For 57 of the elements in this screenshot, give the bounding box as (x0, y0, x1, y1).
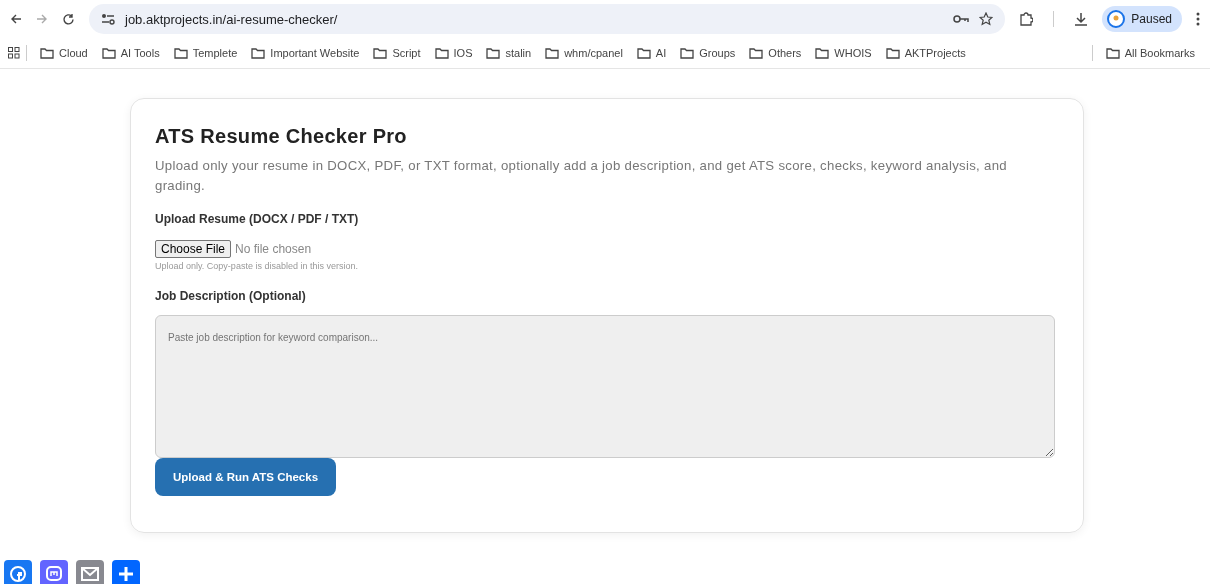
bookmark-item[interactable]: AKTProjects (904, 47, 966, 59)
bookmark-item[interactable]: Important Website (270, 47, 360, 59)
field-label: Job Description (Optional) (155, 289, 307, 303)
share-more-button[interactable] (112, 560, 140, 584)
bookmark-item[interactable]: Cloud (59, 47, 88, 59)
facebook-share-button[interactable] (4, 560, 32, 584)
download-icon[interactable] (1074, 12, 1089, 26)
bookmark-item[interactable]: Script (392, 47, 421, 59)
key-icon[interactable] (953, 14, 970, 24)
upload-hint: Upload only. Copy-paste is disabled in this version. (155, 261, 359, 271)
folder-icon (40, 47, 54, 59)
address-bar[interactable]: job.aktprojects.in/ai-resume-checker/ (89, 4, 1006, 34)
folder-icon (749, 47, 764, 59)
folder-icon (101, 47, 116, 59)
description: Upload only your resume in DOCX, PDF, or TXT format, optionally add a job description, and get ATS score, checks, keyword analysis, and grading. (155, 157, 1008, 195)
bookmark-item[interactable]: AI (655, 47, 667, 59)
email-share-button[interactable] (76, 560, 104, 584)
folder-icon (373, 47, 388, 59)
back-icon[interactable] (10, 13, 22, 25)
facebook-icon (8, 564, 28, 584)
folder-icon (885, 47, 900, 59)
bookmark-item[interactable]: Others (768, 47, 802, 59)
folder-icon (636, 47, 651, 59)
menu-icon[interactable] (1196, 12, 1200, 26)
bookmark-item[interactable]: stalin (505, 47, 532, 59)
apps-icon[interactable] (8, 47, 20, 59)
bookmark-item[interactable]: AI Tools (120, 47, 160, 59)
all-bookmarks-item[interactable]: All Bookmarks (1124, 47, 1195, 59)
folder-icon (545, 47, 560, 59)
email-icon (80, 564, 100, 584)
file-status: No file chosen (235, 242, 312, 256)
field-label: Upload Resume (DOCX / PDF / TXT) (155, 212, 360, 226)
profile-button[interactable]: Paused (1102, 6, 1182, 32)
folder-icon (680, 47, 695, 59)
bookmark-item[interactable]: Templete (192, 47, 238, 59)
choose-file-button[interactable]: Choose File (155, 240, 232, 258)
bookmark-item[interactable]: IOS (453, 47, 473, 59)
folder-icon (251, 47, 266, 59)
submit-button[interactable]: Upload & Run ATS Checks (155, 458, 337, 496)
puzzle-icon[interactable] (1019, 12, 1034, 26)
mastodon-icon (44, 564, 64, 584)
bookmark-item[interactable]: Groups (699, 47, 736, 59)
folder-icon (815, 47, 830, 59)
avatar-icon (1107, 10, 1126, 28)
page-title: ATS Resume Checker Pro (155, 125, 408, 148)
job-description-field[interactable]: Paste job description for keyword comparison... (155, 315, 1055, 458)
more-icon (116, 564, 136, 584)
mastodon-share-button[interactable] (40, 560, 68, 584)
folder-icon (434, 47, 449, 59)
star-icon[interactable] (979, 12, 994, 26)
folder-icon (173, 47, 188, 59)
reload-icon[interactable] (62, 12, 75, 26)
folder-icon (486, 47, 501, 59)
site-settings-icon[interactable] (101, 13, 115, 25)
folder-icon (1105, 47, 1120, 59)
bookmark-item[interactable]: WHOIS (834, 47, 872, 59)
bookmark-item[interactable]: whm/cpanel (564, 47, 623, 59)
